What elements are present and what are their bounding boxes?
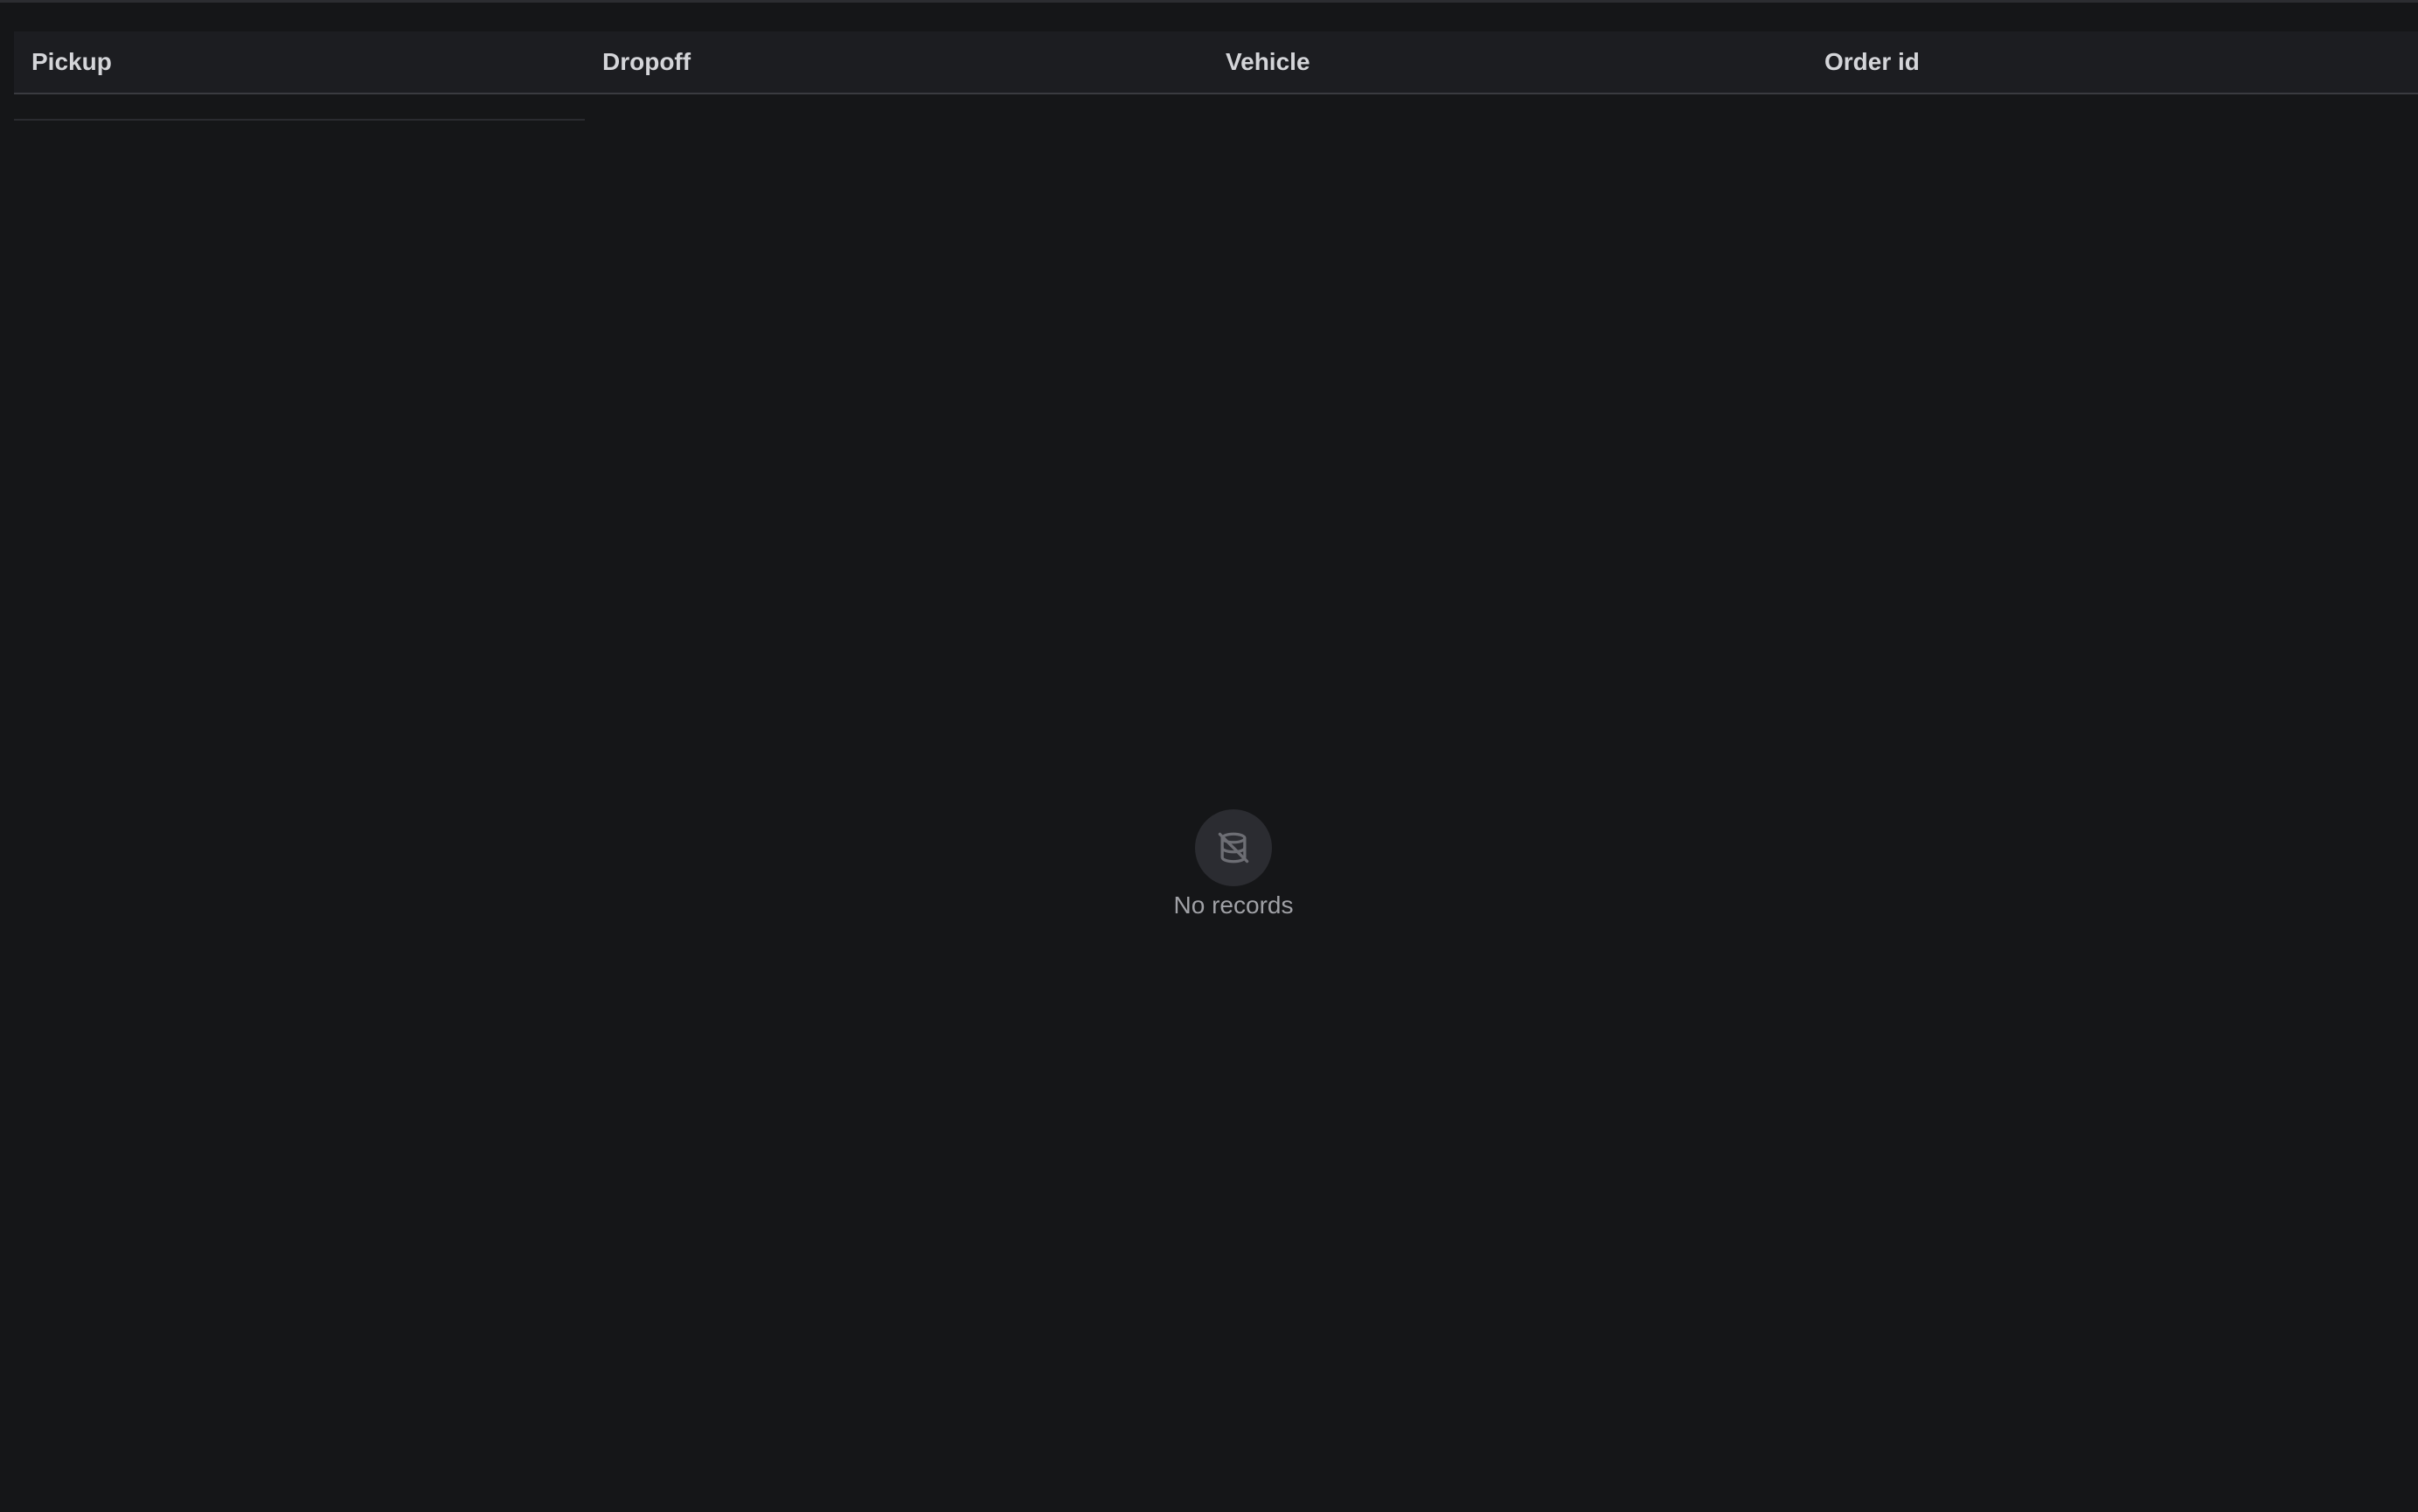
- column-header-order-id[interactable]: Order id: [1824, 31, 1920, 93]
- column-header-pickup[interactable]: Pickup: [31, 31, 112, 93]
- empty-state: No records: [1146, 809, 1321, 923]
- row-divider: [14, 119, 585, 121]
- empty-state-message: No records: [1173, 891, 1294, 919]
- top-divider: [0, 0, 2418, 3]
- table-header: Pickup Dropoff Vehicle Order id: [14, 31, 2418, 94]
- column-header-dropoff[interactable]: Dropoff: [602, 31, 691, 93]
- database-off-icon: [1195, 809, 1272, 886]
- column-header-vehicle[interactable]: Vehicle: [1226, 31, 1310, 93]
